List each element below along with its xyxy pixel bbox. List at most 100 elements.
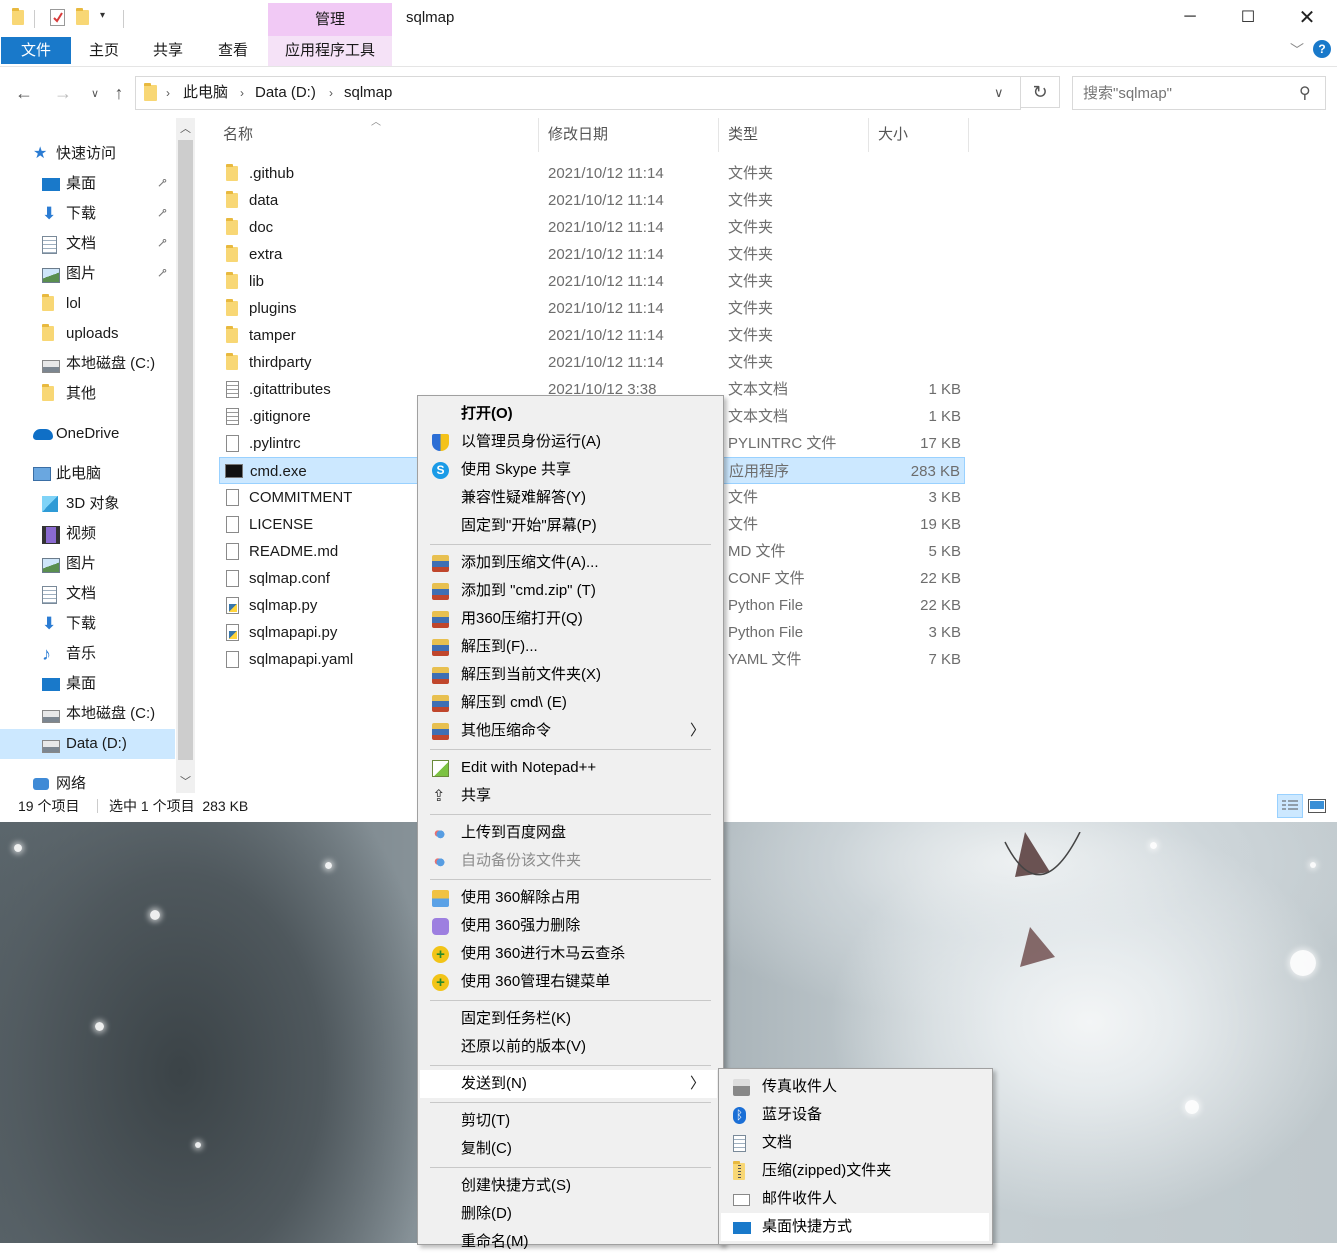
nav-item[interactable]: 图片 ⊸ bbox=[0, 259, 175, 289]
breadcrumb-separator[interactable]: › bbox=[240, 77, 244, 109]
nav-item[interactable]: OneDrive bbox=[0, 419, 175, 449]
context-menu-item[interactable]: 固定到"开始"屏幕(P) bbox=[420, 512, 717, 540]
breadcrumb-sqlmap[interactable]: sqlmap bbox=[344, 77, 392, 109]
context-menu-item[interactable]: 删除(D) bbox=[420, 1200, 717, 1228]
context-menu-item[interactable]: 添加到压缩文件(A)... bbox=[420, 549, 717, 577]
nav-item[interactable]: 本地磁盘 (C:) bbox=[0, 349, 175, 379]
tab-home[interactable]: 主页 bbox=[76, 38, 132, 64]
nav-item[interactable]: 视频 bbox=[0, 519, 175, 549]
nav-item[interactable]: 文档 ⊸ bbox=[0, 229, 175, 259]
search-box[interactable]: ⚲ bbox=[1072, 76, 1326, 110]
breadcrumb-data-d[interactable]: Data (D:) bbox=[255, 77, 316, 109]
context-menu-item[interactable]: 其他压缩命令 〉 bbox=[420, 717, 717, 745]
context-menu-item[interactable]: 重命名(M) bbox=[420, 1228, 717, 1256]
breadcrumb-separator[interactable]: › bbox=[166, 77, 170, 109]
nav-scrollbar[interactable]: ︿ ﹀ bbox=[176, 118, 195, 793]
context-menu-item[interactable]: 使用 360强力删除 bbox=[420, 912, 717, 940]
nav-item[interactable]: 此电脑 bbox=[0, 459, 175, 489]
recent-locations-chevron-icon[interactable]: ∨ bbox=[83, 80, 107, 106]
forward-button[interactable]: → bbox=[51, 80, 75, 106]
send-to-item[interactable]: 邮件收件人 bbox=[721, 1185, 989, 1213]
context-menu-item[interactable]: 使用 360解除占用 bbox=[420, 884, 717, 912]
context-menu-item[interactable]: 解压到当前文件夹(X) bbox=[420, 661, 717, 689]
file-row[interactable]: thirdparty 2021/10/12 11:14 文件夹 bbox=[219, 349, 965, 376]
nav-item[interactable]: lol bbox=[0, 289, 175, 319]
address-dropdown-icon[interactable]: ∨ bbox=[994, 77, 1004, 109]
tab-application-tools[interactable]: 应用程序工具 bbox=[268, 38, 392, 64]
column-header-name[interactable]: 名称 bbox=[223, 118, 538, 152]
nav-item[interactable]: 图片 bbox=[0, 549, 175, 579]
send-to-item[interactable]: 传真收件人 bbox=[721, 1073, 989, 1101]
properties-icon[interactable] bbox=[50, 9, 65, 26]
context-menu-item[interactable]: ⇪ 共享 bbox=[420, 782, 717, 810]
nav-item[interactable]: ♪ 音乐 bbox=[0, 639, 175, 669]
file-row[interactable]: doc 2021/10/12 11:14 文件夹 bbox=[219, 214, 965, 241]
close-button[interactable]: ✕ bbox=[1277, 0, 1337, 34]
nav-item[interactable]: 文档 bbox=[0, 579, 175, 609]
nav-item[interactable]: 桌面 bbox=[0, 669, 175, 699]
file-row[interactable]: plugins 2021/10/12 11:14 文件夹 bbox=[219, 295, 965, 322]
context-menu-item[interactable]: S 使用 Skype 共享 bbox=[420, 456, 717, 484]
nav-item[interactable]: ⬇ 下载 ⊸ bbox=[0, 199, 175, 229]
context-menu-item[interactable]: 发送到(N) 〉 bbox=[420, 1070, 717, 1098]
maximize-button[interactable]: ☐ bbox=[1218, 0, 1278, 34]
context-menu-item[interactable]: 用360压缩打开(Q) bbox=[420, 605, 717, 633]
nav-item[interactable]: uploads bbox=[0, 319, 175, 349]
new-folder-icon[interactable] bbox=[76, 8, 89, 25]
folder-icon[interactable] bbox=[12, 8, 24, 25]
large-icons-view-button[interactable] bbox=[1307, 796, 1327, 816]
refresh-button[interactable]: ↻ bbox=[1020, 76, 1060, 108]
ribbon-expand-icon[interactable]: ﹀ bbox=[1290, 40, 1304, 60]
nav-item[interactable]: 桌面 ⊸ bbox=[0, 169, 175, 199]
address-bar[interactable]: › 此电脑 › Data (D:) › sqlmap ∨ bbox=[135, 76, 1021, 110]
context-menu-item[interactable]: 解压到 cmd\ (E) bbox=[420, 689, 717, 717]
nav-item[interactable]: 其他 bbox=[0, 379, 175, 409]
context-menu-item[interactable]: 复制(C) bbox=[420, 1135, 717, 1163]
context-menu-item[interactable]: 以管理员身份运行(A) bbox=[420, 428, 717, 456]
context-menu-item[interactable]: 打开(O) bbox=[420, 400, 717, 428]
search-input[interactable] bbox=[1081, 82, 1295, 104]
column-header-type[interactable]: 类型 bbox=[728, 118, 868, 152]
send-to-item[interactable]: 压缩(zipped)文件夹 bbox=[721, 1157, 989, 1185]
context-menu-item[interactable]: 创建快捷方式(S) bbox=[420, 1172, 717, 1200]
tab-view[interactable]: 查看 bbox=[205, 38, 261, 64]
nav-item[interactable]: Data (D:) bbox=[0, 729, 175, 759]
context-menu-item[interactable]: 添加到 "cmd.zip" (T) bbox=[420, 577, 717, 605]
details-view-button[interactable] bbox=[1277, 794, 1303, 818]
tab-file[interactable]: 文件 bbox=[1, 37, 71, 64]
context-menu-item[interactable]: 使用 360进行木马云查杀 bbox=[420, 940, 717, 968]
context-menu-item[interactable]: 还原以前的版本(V) bbox=[420, 1033, 717, 1061]
send-to-item[interactable]: 桌面快捷方式 bbox=[721, 1213, 989, 1241]
file-row[interactable]: tamper 2021/10/12 11:14 文件夹 bbox=[219, 322, 965, 349]
back-button[interactable]: ← bbox=[12, 80, 36, 106]
send-to-item[interactable]: 文档 bbox=[721, 1129, 989, 1157]
nav-item[interactable]: 本地磁盘 (C:) bbox=[0, 699, 175, 729]
search-icon[interactable]: ⚲ bbox=[1299, 83, 1311, 103]
file-row[interactable]: .github 2021/10/12 11:14 文件夹 bbox=[219, 160, 965, 187]
file-row[interactable]: lib 2021/10/12 11:14 文件夹 bbox=[219, 268, 965, 295]
minimize-button[interactable]: ─ bbox=[1160, 0, 1220, 34]
context-menu-item[interactable]: 上传到百度网盘 bbox=[420, 819, 717, 847]
breadcrumb-separator[interactable]: › bbox=[329, 77, 333, 109]
context-menu-item[interactable]: 剪切(T) bbox=[420, 1107, 717, 1135]
help-icon[interactable]: ? bbox=[1313, 40, 1331, 58]
context-menu-item[interactable]: 解压到(F)... bbox=[420, 633, 717, 661]
file-row[interactable]: extra 2021/10/12 11:14 文件夹 bbox=[219, 241, 965, 268]
customize-toolbar-icon[interactable]: ▾ bbox=[100, 10, 105, 21]
context-menu-item[interactable]: Edit with Notepad++ bbox=[420, 754, 717, 782]
nav-item[interactable]: 3D 对象 bbox=[0, 489, 175, 519]
up-button[interactable]: ↑ bbox=[107, 80, 131, 106]
nav-item[interactable]: ★ 快速访问 bbox=[0, 139, 175, 169]
column-header-date[interactable]: 修改日期 bbox=[548, 118, 718, 152]
scroll-down-icon[interactable]: ﹀ bbox=[180, 773, 191, 789]
scroll-up-icon[interactable]: ︿ bbox=[180, 120, 191, 136]
context-menu-item[interactable]: 固定到任务栏(K) bbox=[420, 1005, 717, 1033]
column-header-size[interactable]: 大小 bbox=[878, 118, 968, 152]
file-row[interactable]: data 2021/10/12 11:14 文件夹 bbox=[219, 187, 965, 214]
breadcrumb-this-pc[interactable]: 此电脑 bbox=[183, 77, 228, 109]
context-menu-item[interactable]: 使用 360管理右键菜单 bbox=[420, 968, 717, 996]
context-menu-item[interactable]: 兼容性疑难解答(Y) bbox=[420, 484, 717, 512]
tab-share[interactable]: 共享 bbox=[140, 38, 196, 64]
nav-item[interactable]: ⬇ 下载 bbox=[0, 609, 175, 639]
send-to-item[interactable]: ᛒ 蓝牙设备 bbox=[721, 1101, 989, 1129]
